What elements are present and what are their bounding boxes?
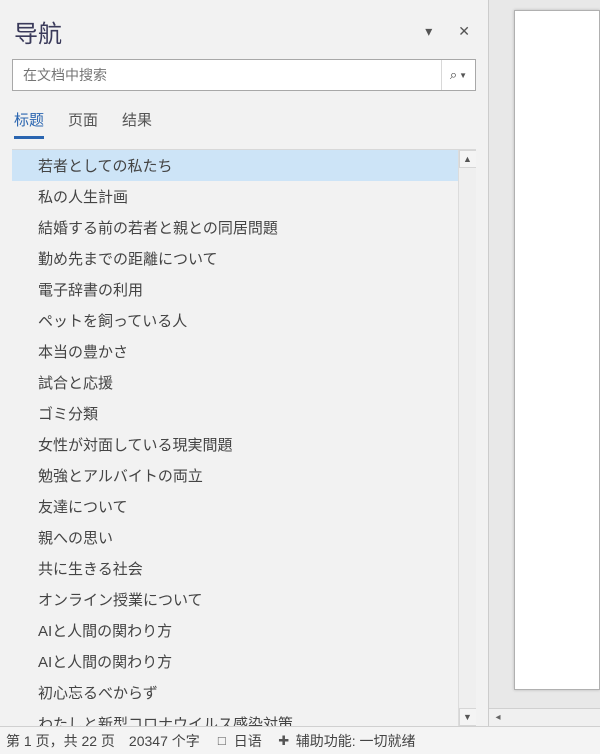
headings-container: 若者としての私たち私の人生計画結婚する前の若者と親との同居問題勤め先までの距離に… (12, 149, 476, 726)
scroll-down-icon[interactable]: ▼ (459, 708, 477, 726)
navigation-pane: 导航 ▾ ✕ ⌕▼ 标题 页面 结果 若者としての私たち私の人生計画結婚する前の… (0, 0, 488, 726)
status-language-label: 日语 (234, 731, 262, 751)
main-container: 导航 ▾ ✕ ⌕▼ 标题 页面 结果 若者としての私たち私の人生計画結婚する前の… (0, 0, 600, 726)
pane-header: 导航 ▾ ✕ (12, 10, 476, 59)
heading-item[interactable]: 共に生きる社会 (12, 553, 458, 584)
heading-item[interactable]: わたしと新型コロナウイルス感染対策 (12, 708, 458, 726)
nav-tabs: 标题 页面 结果 (12, 109, 476, 139)
tab-headings[interactable]: 标题 (14, 109, 44, 139)
heading-item[interactable]: 友達について (12, 491, 458, 522)
search-input[interactable] (13, 61, 441, 89)
heading-item[interactable]: 結婚する前の若者と親との同居問題 (12, 212, 458, 243)
status-accessibility[interactable]: ✚ 辅助功能: 一切就绪 (276, 731, 416, 751)
heading-item[interactable]: 勤め先までの距離について (12, 243, 458, 274)
search-box[interactable]: ⌕▼ (12, 59, 476, 91)
heading-item[interactable]: 女性が対面している現実間題 (12, 429, 458, 460)
tab-pages[interactable]: 页面 (68, 109, 98, 139)
heading-item[interactable]: ペットを飼っている人 (12, 305, 458, 336)
vertical-scrollbar[interactable]: ▲ ▼ (458, 150, 476, 726)
status-accessibility-label: 辅助功能: 一切就绪 (296, 731, 416, 751)
status-page[interactable]: 第 1 页，共 22 页 (6, 731, 115, 751)
search-button[interactable]: ⌕▼ (441, 60, 475, 90)
scroll-left-icon[interactable]: ◂ (489, 709, 507, 727)
status-bar: 第 1 页，共 22 页 20347 个字 □ 日语 ✚ 辅助功能: 一切就绪 (0, 726, 600, 754)
pane-options-icon[interactable]: ▾ (421, 21, 436, 42)
horizontal-scrollbar[interactable]: ◂ (489, 708, 600, 726)
heading-item[interactable]: 本当の豊かさ (12, 336, 458, 367)
document-area: ◂ (488, 0, 600, 726)
heading-item[interactable]: 若者としての私たち (12, 150, 458, 181)
status-language[interactable]: □ 日语 (214, 731, 262, 751)
heading-item[interactable]: AIと人間の関わり方 (12, 615, 458, 646)
pane-controls: ▾ ✕ (421, 21, 474, 42)
document-page[interactable] (514, 10, 600, 690)
headings-list: 若者としての私たち私の人生計画結婚する前の若者と親との同居問題勤め先までの距離に… (12, 150, 458, 726)
book-icon: □ (214, 733, 230, 749)
heading-item[interactable]: 初心忘るべからず (12, 677, 458, 708)
heading-item[interactable]: AIと人間の関わり方 (12, 646, 458, 677)
chevron-down-icon: ▼ (459, 71, 467, 80)
accessibility-icon: ✚ (276, 733, 292, 749)
search-icon: ⌕ (450, 67, 457, 83)
scroll-up-icon[interactable]: ▲ (459, 150, 477, 168)
pane-title: 导航 (14, 14, 62, 49)
close-icon[interactable]: ✕ (454, 21, 474, 42)
heading-item[interactable]: 親への思い (12, 522, 458, 553)
heading-item[interactable]: 私の人生計画 (12, 181, 458, 212)
status-word-count[interactable]: 20347 个字 (129, 731, 200, 751)
heading-item[interactable]: 試合と応援 (12, 367, 458, 398)
tab-results[interactable]: 结果 (122, 109, 152, 139)
heading-item[interactable]: 勉強とアルバイトの両立 (12, 460, 458, 491)
heading-item[interactable]: オンライン授業について (12, 584, 458, 615)
heading-item[interactable]: 電子辞書の利用 (12, 274, 458, 305)
heading-item[interactable]: ゴミ分類 (12, 398, 458, 429)
